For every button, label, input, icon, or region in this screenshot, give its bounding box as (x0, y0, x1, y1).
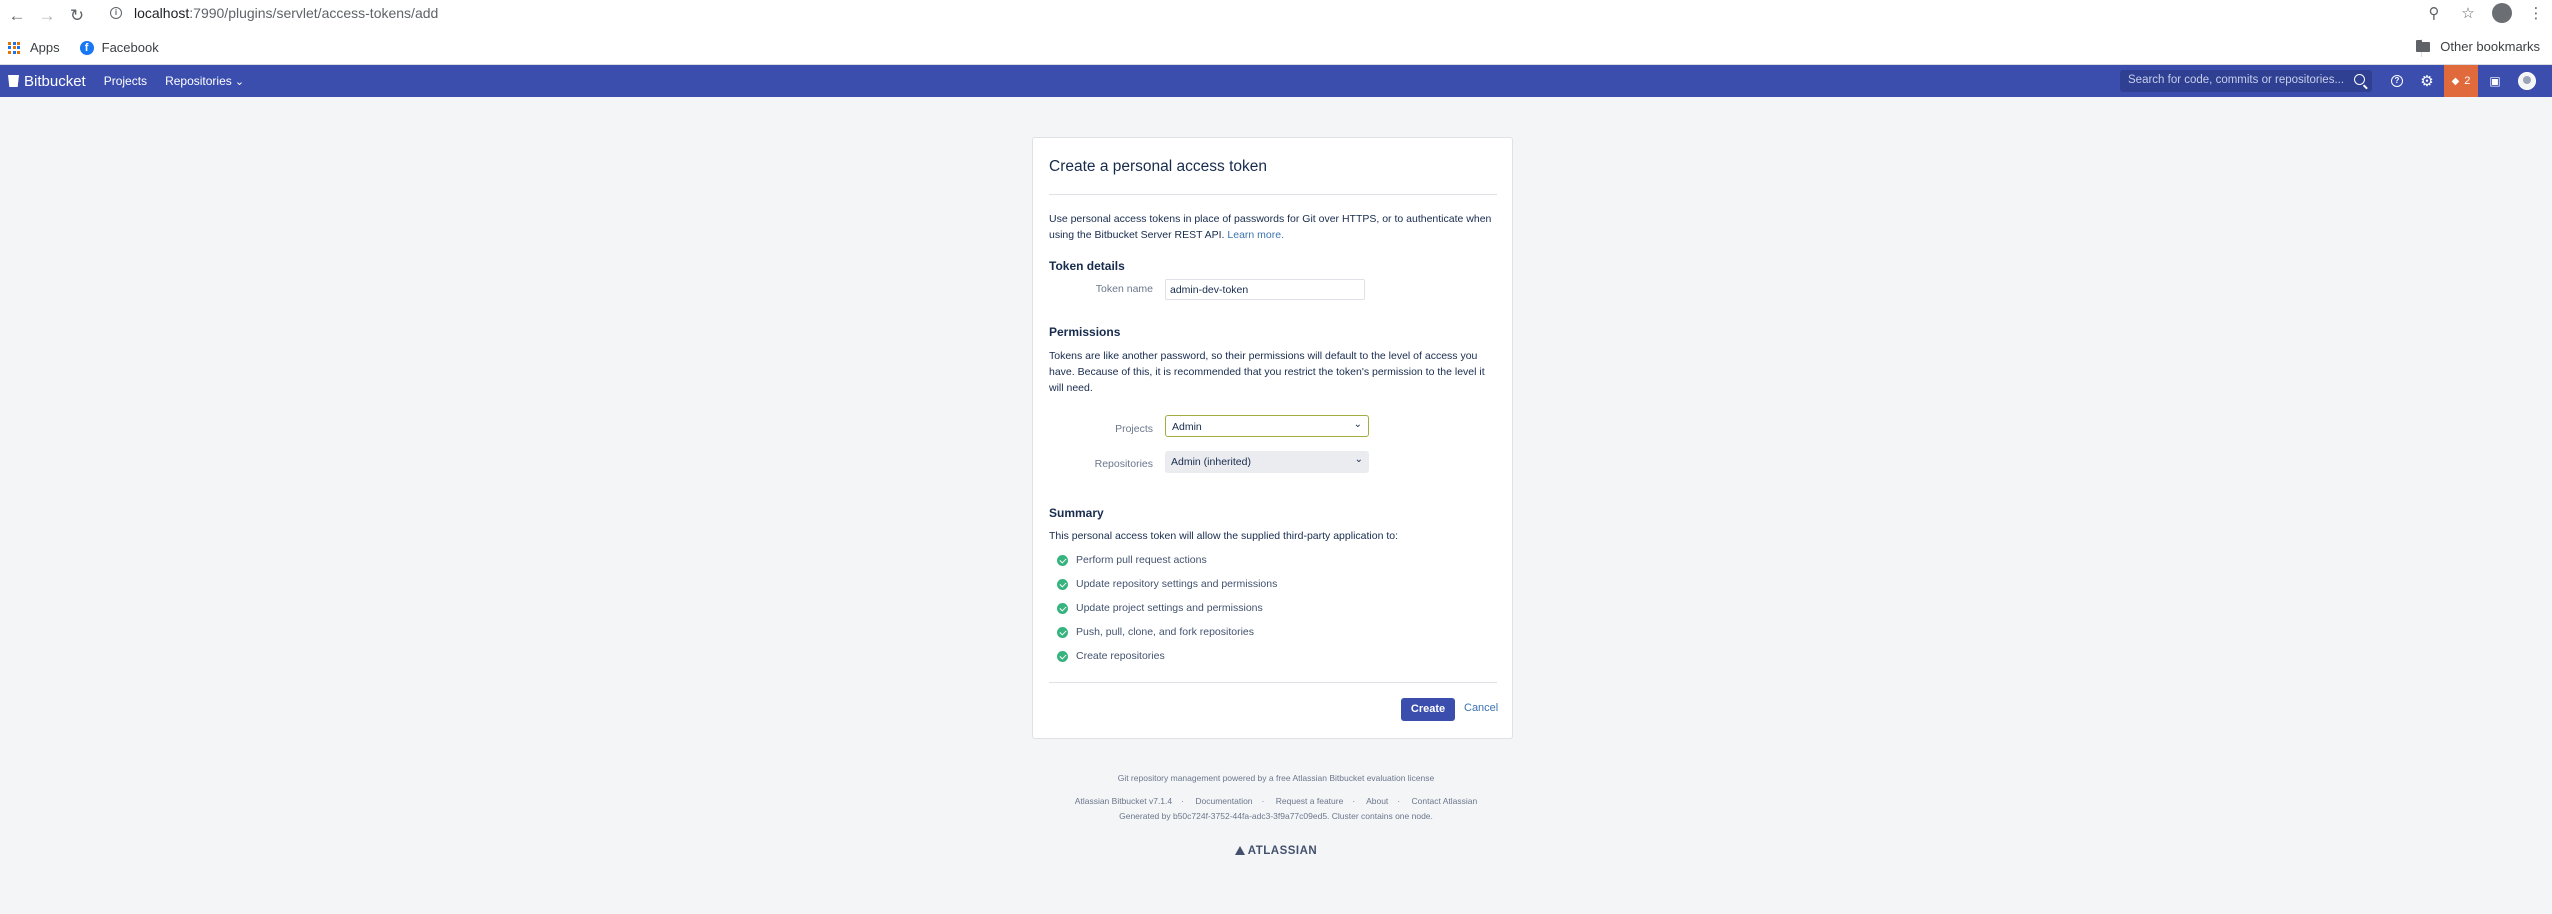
bookmark-apps-label: Apps (30, 40, 60, 55)
create-token-panel: Create a personal access token Use perso… (1032, 137, 1513, 739)
chevron-down-icon: ⌄ (1353, 419, 1362, 430)
footer-version: Atlassian Bitbucket v7.1.4 (1074, 796, 1173, 806)
create-button[interactable]: Create (1401, 698, 1455, 721)
url-path: :7990/plugins/servlet/access-tokens/add (189, 5, 439, 21)
help-icon[interactable]: ? (2380, 65, 2414, 97)
folder-icon (2416, 39, 2431, 52)
address-bar[interactable]: i localhost:7990/plugins/servlet/access-… (110, 5, 438, 21)
zoom-icon[interactable]: ⚲ (2424, 4, 2444, 22)
gear-icon[interactable]: ⚙ (2410, 65, 2444, 97)
profile-avatar-icon[interactable] (2492, 3, 2512, 23)
footer-contact-link[interactable]: Contact Atlassian (1412, 796, 1478, 806)
projects-label: Projects (1115, 423, 1153, 435)
footer-documentation-link[interactable]: Documentation (1195, 796, 1252, 806)
footer-request-feature-link[interactable]: Request a feature (1276, 796, 1344, 806)
user-avatar[interactable] (2510, 65, 2544, 97)
permissions-description: Tokens are like another password, so the… (1049, 350, 1485, 394)
footer-links: Atlassian Bitbucket v7.1.4 · Documentatio… (1074, 796, 1478, 806)
summary-item-label: Update repository settings and permissio… (1076, 578, 1278, 590)
summary-item: Create repositories (1057, 650, 1165, 662)
repositories-permission-value: Admin (inherited) (1171, 456, 1251, 468)
bitbucket-logo[interactable]: Bitbucket (8, 73, 86, 90)
url-host: localhost (134, 5, 190, 21)
actions-divider (1049, 682, 1497, 683)
summary-item-label: Update project settings and permissions (1076, 602, 1263, 614)
repositories-label: Repositories (1094, 458, 1153, 470)
summary-item: Update repository settings and permissio… (1057, 578, 1277, 590)
check-circle-icon (1057, 650, 1068, 662)
browser-menu-icon[interactable]: ⋮ (2526, 4, 2546, 22)
bookmark-facebook-label: Facebook (101, 40, 159, 55)
summary-item: Perform pull request actions (1057, 554, 1207, 566)
facebook-icon: f (79, 40, 94, 55)
avatar-icon (2518, 72, 2536, 90)
projects-permission-value: Admin (1172, 421, 1202, 433)
atlassian-logo-text: ATLASSIAN (1247, 845, 1318, 857)
nav-projects[interactable]: Projects (104, 74, 147, 88)
intro-text: Use personal access tokens in place of p… (1049, 211, 1501, 243)
summary-heading: Summary (1049, 506, 1104, 520)
page-title: Create a personal access token (1049, 158, 1267, 175)
bookmarks-bar: Apps f Facebook Other bookmarks (0, 31, 2552, 65)
summary-item: Update project settings and permissions (1057, 602, 1263, 614)
atlassian-triangle-icon (1234, 846, 1245, 855)
permissions-heading: Permissions (1049, 325, 1121, 339)
chevron-down-icon: ⌄ (1354, 454, 1363, 465)
other-bookmarks-label: Other bookmarks (2440, 39, 2540, 54)
footer-generated: Generated by b50c724f-3752-44fa-adc3-3f9… (1119, 811, 1433, 821)
token-name-label: Token name (1095, 283, 1153, 295)
title-divider (1049, 194, 1497, 195)
browser-toolbar: ← → ↻ i localhost:7990/plugins/servlet/a… (0, 0, 2552, 31)
token-name-input[interactable]: admin-dev-token (1165, 279, 1365, 300)
atlassian-logo[interactable]: ATLASSIAN (0, 845, 2552, 857)
nav-repositories[interactable]: Repositories (165, 74, 244, 88)
learn-more-link[interactable]: Learn more. (1227, 229, 1284, 241)
search-input[interactable]: Search for code, commits or repositories… (2120, 70, 2372, 92)
search-placeholder: Search for code, commits or repositories… (2128, 74, 2345, 86)
footer-about-link[interactable]: About (1366, 796, 1388, 806)
forward-arrow-icon[interactable]: → (34, 3, 60, 29)
notification-count: 2 (2464, 75, 2471, 87)
check-circle-icon (1057, 554, 1068, 566)
bitbucket-logo-text: Bitbucket (24, 72, 86, 90)
footer-license: Git repository management powered by a f… (1117, 773, 1435, 783)
bookmark-facebook[interactable]: f Facebook (79, 40, 159, 55)
bookmark-apps[interactable]: Apps (8, 40, 60, 55)
check-circle-icon (1057, 578, 1068, 590)
inbox-icon[interactable]: ▣ (2478, 65, 2512, 97)
bitbucket-header: Bitbucket Projects Repositories Search f… (0, 65, 2552, 97)
bitbucket-bucket-icon (8, 75, 19, 87)
notification-diamond-icon: ◆ (2451, 75, 2460, 87)
summary-item-label: Push, pull, clone, and fork repositories (1076, 626, 1255, 638)
check-circle-icon (1057, 626, 1068, 638)
cancel-link[interactable]: Cancel (1464, 702, 1498, 714)
notifications-button[interactable]: ◆ 2 (2444, 65, 2478, 97)
summary-item: Push, pull, clone, and fork repositories (1057, 626, 1254, 638)
check-circle-icon (1057, 602, 1068, 614)
bookmark-star-icon[interactable]: ☆ (2458, 4, 2478, 22)
token-details-heading: Token details (1049, 259, 1125, 273)
summary-item-label: Create repositories (1076, 650, 1165, 662)
projects-permission-select[interactable]: Admin ⌄ (1165, 415, 1369, 437)
reload-icon[interactable]: ↻ (64, 3, 90, 29)
back-arrow-icon[interactable]: ← (4, 3, 30, 29)
site-info-icon[interactable]: i (110, 7, 122, 19)
other-bookmarks[interactable]: Other bookmarks (2416, 39, 2540, 54)
apps-grid-icon (8, 41, 20, 54)
search-icon (2354, 74, 2365, 85)
summary-intro: This personal access token will allow th… (1049, 530, 1399, 542)
summary-item-label: Perform pull request actions (1076, 554, 1207, 566)
repositories-permission-select[interactable]: Admin (inherited) ⌄ (1165, 451, 1369, 473)
